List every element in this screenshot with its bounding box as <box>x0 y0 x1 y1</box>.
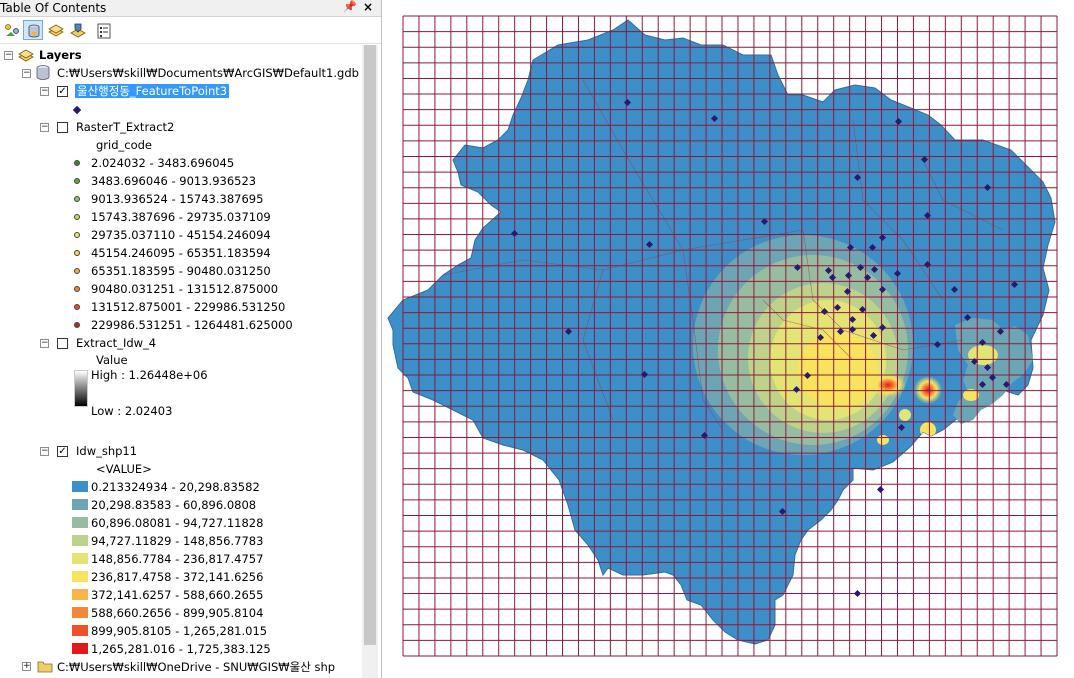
layers-icon <box>18 49 34 62</box>
grid-class-label: 2.024032 - 3483.696045 <box>91 156 235 170</box>
grid-class-label: 9013.936524 - 15743.387695 <box>91 192 264 206</box>
list-by-source-button[interactable] <box>23 20 43 40</box>
grid-class-symbol <box>74 250 80 256</box>
stretch-ramp <box>74 370 88 407</box>
grid-class-symbol <box>74 178 80 184</box>
folder-icon <box>37 661 53 673</box>
collapse-point-layer-toggle[interactable]: − <box>40 87 49 96</box>
idw-class-label: 148,856.7784 - 236,817.4757 <box>91 552 264 566</box>
idw-class-swatch <box>72 625 88 636</box>
close-icon[interactable]: × <box>363 0 373 14</box>
grid-class-label: 15743.387696 - 29735.037109 <box>91 210 271 224</box>
list-by-selection-icon <box>70 23 86 38</box>
idw-surface-layer <box>387 19 1056 645</box>
layers-label[interactable]: Layers <box>39 46 82 64</box>
idw-class-label: 0.213324934 - 20,298.83582 <box>91 480 260 494</box>
idw-class-swatch <box>72 517 88 528</box>
grid-class-label: 29735.037110 - 45154.246094 <box>91 228 271 242</box>
list-by-source-icon <box>28 24 40 38</box>
idw-class-swatch <box>72 499 88 510</box>
toc-title-bar: Table Of Contents 📌 × <box>0 0 381 17</box>
point-layer-label: 울산행정동_FeatureToPoint3 <box>75 84 230 98</box>
grid-class-symbol <box>74 268 80 274</box>
grid-class-symbol <box>74 232 80 238</box>
point-marker[interactable] <box>876 485 885 494</box>
idw-class-swatch <box>72 481 88 492</box>
idw-class-label: 588,660.2656 - 899,905.8104 <box>91 606 264 620</box>
grid-field-label: grid_code <box>96 138 153 152</box>
geodatabase-icon <box>36 65 50 80</box>
idw-layer-label[interactable]: Idw_shp11 <box>76 442 137 460</box>
idw-class-swatch <box>72 607 88 618</box>
idw-class-label: 60,896.08081 - 94,727.11828 <box>91 516 264 530</box>
collapse-raster-layer-toggle[interactable]: − <box>40 123 49 132</box>
map-view[interactable] <box>383 0 1074 678</box>
grid-class-symbol <box>74 286 80 292</box>
grid-class-label: 131512.875001 - 229986.531250 <box>91 300 286 314</box>
idw-class-swatch <box>72 589 88 600</box>
table-of-contents-panel: Table Of Contents 📌 × − Layers − C:₩User… <box>0 0 382 678</box>
grid-class-symbol <box>74 196 80 202</box>
list-by-visibility-icon <box>48 24 64 37</box>
folder-path-label[interactable]: C:₩Users₩skill₩OneDrive - SNU₩GIS₩울산 shp <box>57 658 335 676</box>
idw-class-label: 372,141.6257 - 588,660.2655 <box>91 588 264 602</box>
grid-class-label: 229986.531251 - 1264481.625000 <box>91 318 293 332</box>
gdb-path-label[interactable]: C:₩Users₩skill₩Documents₩ArcGIS₩Default1… <box>57 64 359 82</box>
options-icon <box>97 23 111 39</box>
extract-idw-visibility-checkbox[interactable] <box>57 338 68 349</box>
grid-class-label: 65351.183595 - 90480.031250 <box>91 264 271 278</box>
collapse-extract-idw-toggle[interactable]: − <box>40 339 49 348</box>
point-layer-visibility-checkbox[interactable]: ✓ <box>57 86 68 97</box>
idw-class-label: 20,298.83583 - 60,896.0808 <box>91 498 257 512</box>
idw-class-swatch <box>72 643 88 654</box>
collapse-gdb-toggle[interactable]: − <box>22 69 31 78</box>
point-marker[interactable] <box>853 589 862 598</box>
raster-layer-label[interactable]: RasterT_Extract2 <box>76 118 174 136</box>
high-value-label: High : 1.26448e+06 <box>91 368 208 382</box>
idw-class-label: 1,265,281.016 - 1,725,383.125 <box>91 642 271 656</box>
toc-scroll-thumb[interactable] <box>364 45 376 645</box>
idw-layer-visibility-checkbox[interactable]: ✓ <box>57 446 68 457</box>
idw-class-swatch <box>72 553 88 564</box>
collapse-layers-toggle[interactable]: − <box>4 51 13 60</box>
raster-layer-visibility-checkbox[interactable] <box>57 122 68 133</box>
list-by-visibility-button[interactable] <box>45 20 65 40</box>
idw-value-field-label: <VALUE> <box>96 462 152 476</box>
grid-class-symbol <box>74 322 80 328</box>
idw-class-label: 236,817.4758 - 372,141.6256 <box>91 570 264 584</box>
toc-toolbar <box>0 17 381 44</box>
extract-idw-label[interactable]: Extract_Idw_4 <box>76 334 156 352</box>
point-symbol-icon <box>72 105 82 115</box>
grid-class-label: 90480.031251 - 131512.875000 <box>91 282 279 296</box>
collapse-idw-layer-toggle[interactable]: − <box>40 447 49 456</box>
grid-class-label: 45154.246095 - 65351.183594 <box>91 246 271 260</box>
list-by-selection-button[interactable] <box>67 20 87 40</box>
low-value-label: Low : 2.02403 <box>91 404 173 418</box>
point-layer-name[interactable]: 울산행정동_FeatureToPoint3 <box>75 82 230 100</box>
options-button[interactable] <box>93 20 113 40</box>
idw-class-label: 94,727.11829 - 148,856.7783 <box>91 534 264 548</box>
list-by-drawing-order-icon <box>5 24 19 36</box>
toc-scrollbar[interactable] <box>362 45 378 678</box>
pin-icon[interactable]: 📌 <box>343 0 357 13</box>
expand-folder-toggle[interactable]: + <box>22 662 31 671</box>
idw-class-swatch <box>72 535 88 546</box>
map-canvas[interactable] <box>383 0 1074 678</box>
idw-class-label: 899,905.8105 - 1,265,281.015 <box>91 624 268 638</box>
list-by-drawing-order-button[interactable] <box>1 20 21 40</box>
grid-class-symbol <box>74 304 80 310</box>
grid-class-symbol <box>74 214 80 220</box>
toc-title: Table Of Contents <box>0 1 107 15</box>
toc-tree: − Layers − C:₩Users₩skill₩Documents₩ArcG… <box>0 45 362 678</box>
grid-class-symbol <box>74 160 80 166</box>
idw-class-swatch <box>72 571 88 582</box>
grid-class-label: 3483.696046 - 9013.936523 <box>91 174 257 188</box>
